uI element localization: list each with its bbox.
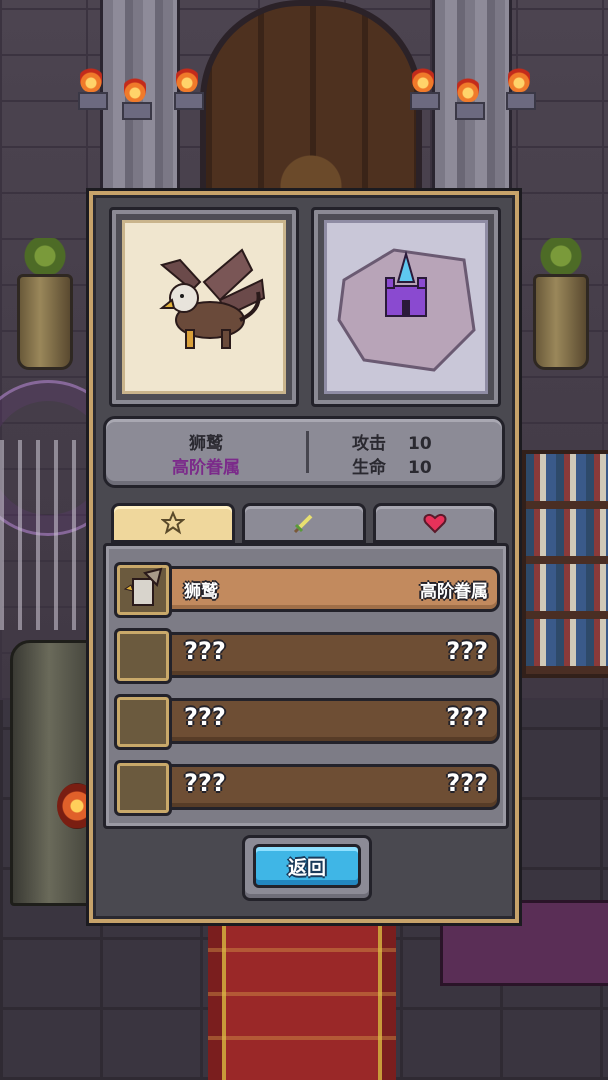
creature-list[interactable]: 狮鹫 高阶眷属 ??? ??? ??? ??? ??? ??? bbox=[103, 543, 509, 829]
list-item-portrait-locked bbox=[114, 760, 172, 816]
stat-attack: 攻击 10 bbox=[352, 429, 432, 454]
star-icon bbox=[161, 511, 185, 535]
list-item-name: ??? bbox=[184, 637, 226, 665]
creature-portrait-frame bbox=[109, 207, 299, 407]
list-item-portrait-locked bbox=[114, 628, 172, 684]
heart-icon bbox=[423, 513, 447, 534]
stat-label: 生命 bbox=[352, 458, 386, 478]
list-item-rank: 高阶眷属 bbox=[420, 582, 488, 602]
list-item-portrait bbox=[114, 562, 172, 618]
habitat-map-frame bbox=[311, 207, 501, 407]
stat-value: 10 bbox=[408, 458, 432, 478]
plant-urn-right bbox=[528, 238, 594, 378]
creature-portrait bbox=[122, 220, 286, 394]
torch-icon bbox=[455, 72, 485, 122]
list-item[interactable]: ??? ??? bbox=[114, 694, 502, 750]
griffin-icon bbox=[123, 567, 163, 606]
info-divider bbox=[306, 431, 309, 473]
torch-icon bbox=[174, 62, 204, 112]
list-item-rank: ??? bbox=[446, 769, 488, 797]
creature-rank: 高阶眷属 bbox=[172, 458, 240, 478]
stat-value: 10 bbox=[408, 434, 432, 454]
stat-label: 攻击 bbox=[352, 434, 386, 454]
sword-icon bbox=[293, 514, 313, 534]
bookshelf bbox=[522, 450, 608, 678]
list-item-rank: ??? bbox=[446, 703, 488, 731]
castle-door bbox=[200, 0, 422, 206]
torch-icon bbox=[410, 62, 440, 112]
list-item[interactable]: 狮鹫 高阶眷属 bbox=[114, 562, 502, 618]
habitat-map bbox=[324, 220, 488, 394]
tab-heart[interactable] bbox=[373, 503, 497, 543]
red-carpet bbox=[208, 925, 396, 1080]
torch-icon bbox=[78, 62, 108, 112]
list-item-portrait-locked bbox=[114, 694, 172, 750]
tab-sword[interactable] bbox=[242, 503, 366, 543]
back-button-label[interactable]: 返回 bbox=[253, 844, 361, 888]
stat-health: 生命 10 bbox=[352, 453, 432, 478]
iron-gate bbox=[0, 440, 90, 630]
creature-info-bar: 狮鹫 高阶眷属 攻击 10 生命 10 bbox=[103, 416, 505, 488]
list-item[interactable]: ??? ??? bbox=[114, 760, 502, 816]
list-item-name: ??? bbox=[184, 769, 226, 797]
griffin-icon bbox=[159, 248, 266, 349]
list-item-name: 狮鹫 bbox=[184, 582, 218, 602]
bestiary-panel: 狮鹫 高阶眷属 攻击 10 生命 10 狮鹫 高阶眷属 ??? ??? ??? … bbox=[86, 188, 522, 926]
creature-name: 狮鹫 bbox=[189, 434, 223, 454]
back-button[interactable]: 返回 bbox=[242, 835, 372, 901]
list-item-rank: ??? bbox=[446, 637, 488, 665]
castle-map-icon bbox=[337, 248, 476, 372]
list-item[interactable]: ??? ??? bbox=[114, 628, 502, 684]
torch-icon bbox=[122, 72, 152, 122]
list-item-name: ??? bbox=[184, 703, 226, 731]
torch-icon bbox=[506, 62, 536, 112]
plant-urn-left bbox=[12, 238, 78, 378]
tab-star[interactable] bbox=[111, 503, 235, 543]
